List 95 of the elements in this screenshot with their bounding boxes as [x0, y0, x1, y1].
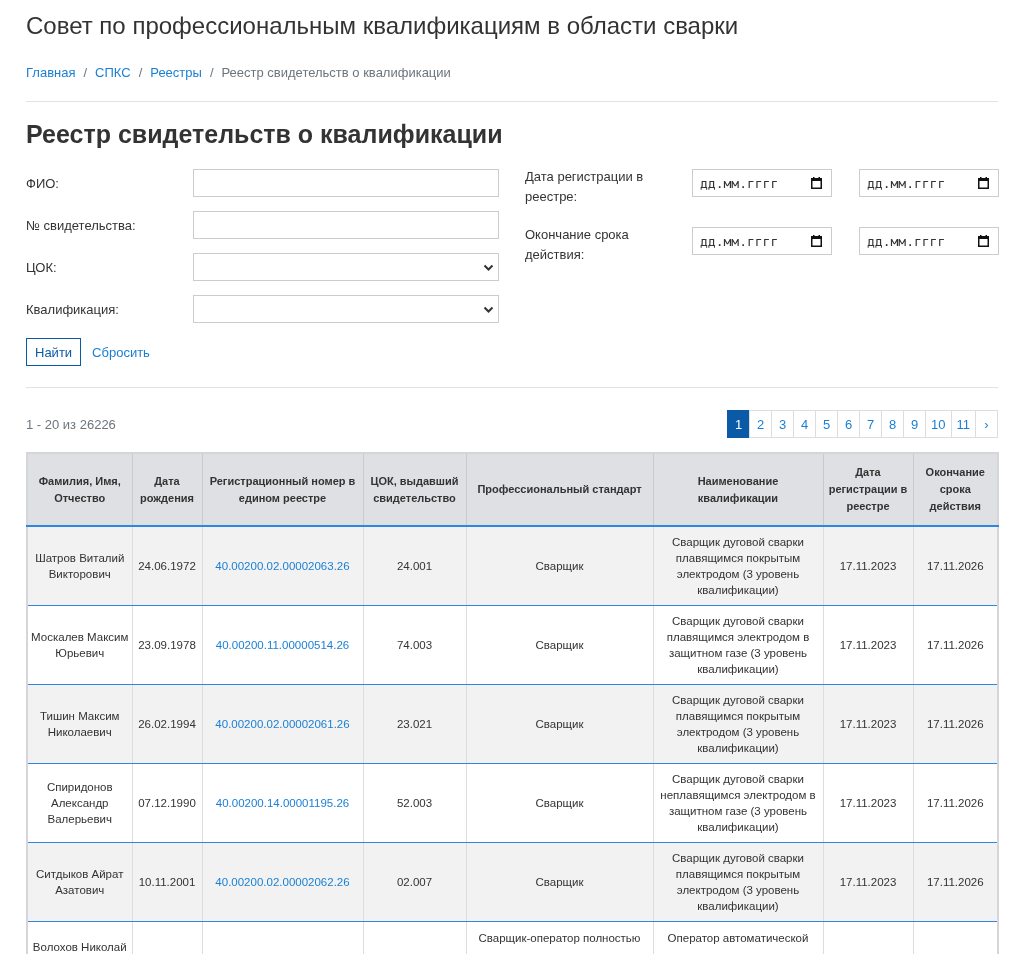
- page-link[interactable]: 5: [815, 410, 839, 438]
- table-cell: Сварщик дуговой сварки плавящимся электродом в защитном газе (3 уровень квалификации): [666, 614, 810, 675]
- table-cell: Сварщик дуговой сварки плавящимся покрытым электродом (3 уровень квалификации): [672, 535, 804, 596]
- column-header: Профессиональный стандарт: [466, 453, 653, 526]
- table-cell: 17.11.2026: [926, 717, 984, 730]
- table-cell: 17.11.2023: [839, 796, 897, 809]
- table-cell: Сварщик дуговой сварки плавящимся покрытым электродом (3 уровень квалификации): [672, 851, 804, 912]
- table-cell: Сварщик-оператор полностью: [478, 931, 641, 944]
- breadcrumb-link[interactable]: СПКС: [95, 65, 131, 80]
- page-link[interactable]: 3: [771, 410, 795, 438]
- registration-link[interactable]: 40.00200.02.00002061.26: [215, 717, 350, 730]
- field-label: Квалификация:: [26, 301, 120, 317]
- page-link[interactable]: 6: [837, 410, 861, 438]
- table-cell: Сварщик дуговой сварки неплавящимся электродом в защитном газе (3 уровень квалификации): [660, 772, 816, 833]
- select-field[interactable]: [193, 295, 499, 323]
- page-link[interactable]: 10: [925, 410, 952, 438]
- table-cell: 17.11.2023: [839, 638, 897, 651]
- table-cell: 17.11.2023: [839, 717, 897, 730]
- table-cell: Сварщик: [535, 559, 584, 572]
- column-header: ЦОК, выдавший свидетельство: [363, 453, 466, 526]
- column-header: Дата регистрации в реестре: [823, 453, 913, 526]
- breadcrumb-separator: /: [83, 65, 88, 80]
- date-field[interactable]: дд.мм.гггг: [859, 169, 999, 197]
- page-link[interactable]: 11: [950, 410, 976, 438]
- table-cell: Шатров Виталий Викторович: [35, 551, 125, 580]
- table-cell: 10.11.2001: [138, 875, 196, 888]
- date-field[interactable]: дд.мм.гггг: [692, 227, 832, 255]
- page-title: Реестр свидетельств о квалификации: [26, 119, 504, 149]
- breadcrumb-separator: /: [138, 65, 143, 80]
- table-cell: Сварщик дуговой сварки плавящимся покрытым электродом (3 уровень квалификации): [672, 693, 804, 754]
- registration-link[interactable]: 40.00200.02.00002063.26: [215, 559, 350, 572]
- field-label: Окончание срока действия:: [525, 226, 630, 264]
- chevron-icon: [483, 263, 494, 271]
- table-cell: Москалев Максим Юрьевич: [31, 630, 129, 659]
- table-cell: Тишин Максим Николаевич: [40, 709, 120, 738]
- table-cell: 26.02.1994: [138, 717, 196, 730]
- column-header: Фамилия, Имя, Отчество: [27, 453, 132, 526]
- table-cell: 07.12.1990: [138, 796, 196, 809]
- table-cell: Сварщик: [535, 796, 584, 809]
- table-cell: 52.003: [396, 796, 433, 809]
- input-field[interactable]: [193, 169, 499, 197]
- reset-link[interactable]: Сбросить: [92, 344, 150, 360]
- field-label: ЦОК:: [26, 259, 58, 275]
- table-cell: Спиридонов Александр Валерьевич: [46, 780, 113, 825]
- page-link[interactable]: 7: [859, 410, 883, 438]
- table-cell: Оператор автоматической: [667, 931, 809, 944]
- column-header: Наименование квалификации: [653, 453, 823, 526]
- table-cell: 17.11.2023: [839, 875, 897, 888]
- calendar-icon[interactable]: [978, 235, 989, 247]
- page-link[interactable]: 2: [749, 410, 773, 438]
- table-cell: 17.11.2026: [926, 875, 984, 888]
- result-count: 1 - 20 из 26226: [26, 416, 116, 432]
- registration-link[interactable]: 40.00200.14.00001195.26: [215, 796, 350, 809]
- table-cell: 17.11.2026: [926, 559, 984, 572]
- calendar-icon[interactable]: [978, 177, 989, 189]
- table-cell: 24.06.1972: [138, 559, 196, 572]
- field-label: ФИО:: [26, 175, 60, 191]
- field-label: Дата регистрации в реестре:: [525, 168, 645, 206]
- table-cell: Сварщик: [535, 638, 584, 651]
- column-header: Дата рождения: [132, 453, 202, 526]
- calendar-icon[interactable]: [811, 177, 822, 189]
- table-cell: 74.003: [396, 638, 433, 651]
- chevron-icon: [483, 305, 494, 313]
- table-cell: Сварщик: [535, 717, 584, 730]
- search-button[interactable]: Найти: [26, 338, 82, 366]
- page-link[interactable]: ›: [975, 410, 998, 438]
- table-cell: 17.11.2026: [926, 638, 984, 651]
- date-field[interactable]: дд.мм.гггг: [692, 169, 832, 197]
- table-cell: Ситдыков Айрат Азатович: [36, 867, 124, 896]
- table-cell: 23.09.1978: [138, 638, 196, 651]
- input-field[interactable]: [193, 211, 499, 239]
- table-cell: 17.11.2026: [926, 796, 984, 809]
- table-cell: 02.007: [396, 875, 433, 888]
- page-link[interactable]: 4: [793, 410, 817, 438]
- column-header: Регистрационный номер в едином реестре: [202, 453, 363, 526]
- table-cell: 24.001: [396, 559, 433, 572]
- registration-link[interactable]: 40.00200.11.00000514.26: [215, 638, 350, 651]
- table-cell: Волохов Николай: [32, 940, 127, 953]
- breadcrumb-link[interactable]: Реестры: [150, 65, 202, 80]
- table-cell: 23.021: [396, 717, 433, 730]
- page-link[interactable]: 9: [903, 410, 927, 438]
- field-label: № свидетельства:: [26, 217, 137, 233]
- breadcrumb-separator: /: [209, 65, 214, 80]
- table-cell: Сварщик: [535, 875, 584, 888]
- breadcrumb-link[interactable]: Главная: [26, 65, 76, 80]
- page-link[interactable]: 1: [727, 410, 751, 438]
- page-link[interactable]: 8: [881, 410, 905, 438]
- select-field[interactable]: [193, 253, 499, 281]
- site-title: Совет по профессиональным квалификациям в области сварки: [26, 11, 740, 41]
- date-field[interactable]: дд.мм.гггг: [859, 227, 999, 255]
- calendar-icon[interactable]: [811, 235, 822, 247]
- table-cell: 17.11.2023: [839, 559, 897, 572]
- breadcrumb-current: Реестр свидетельств о квалификации: [221, 65, 451, 80]
- registration-link[interactable]: 40.00200.02.00002062.26: [215, 875, 350, 888]
- column-header: Окончание срока действия: [913, 453, 998, 526]
